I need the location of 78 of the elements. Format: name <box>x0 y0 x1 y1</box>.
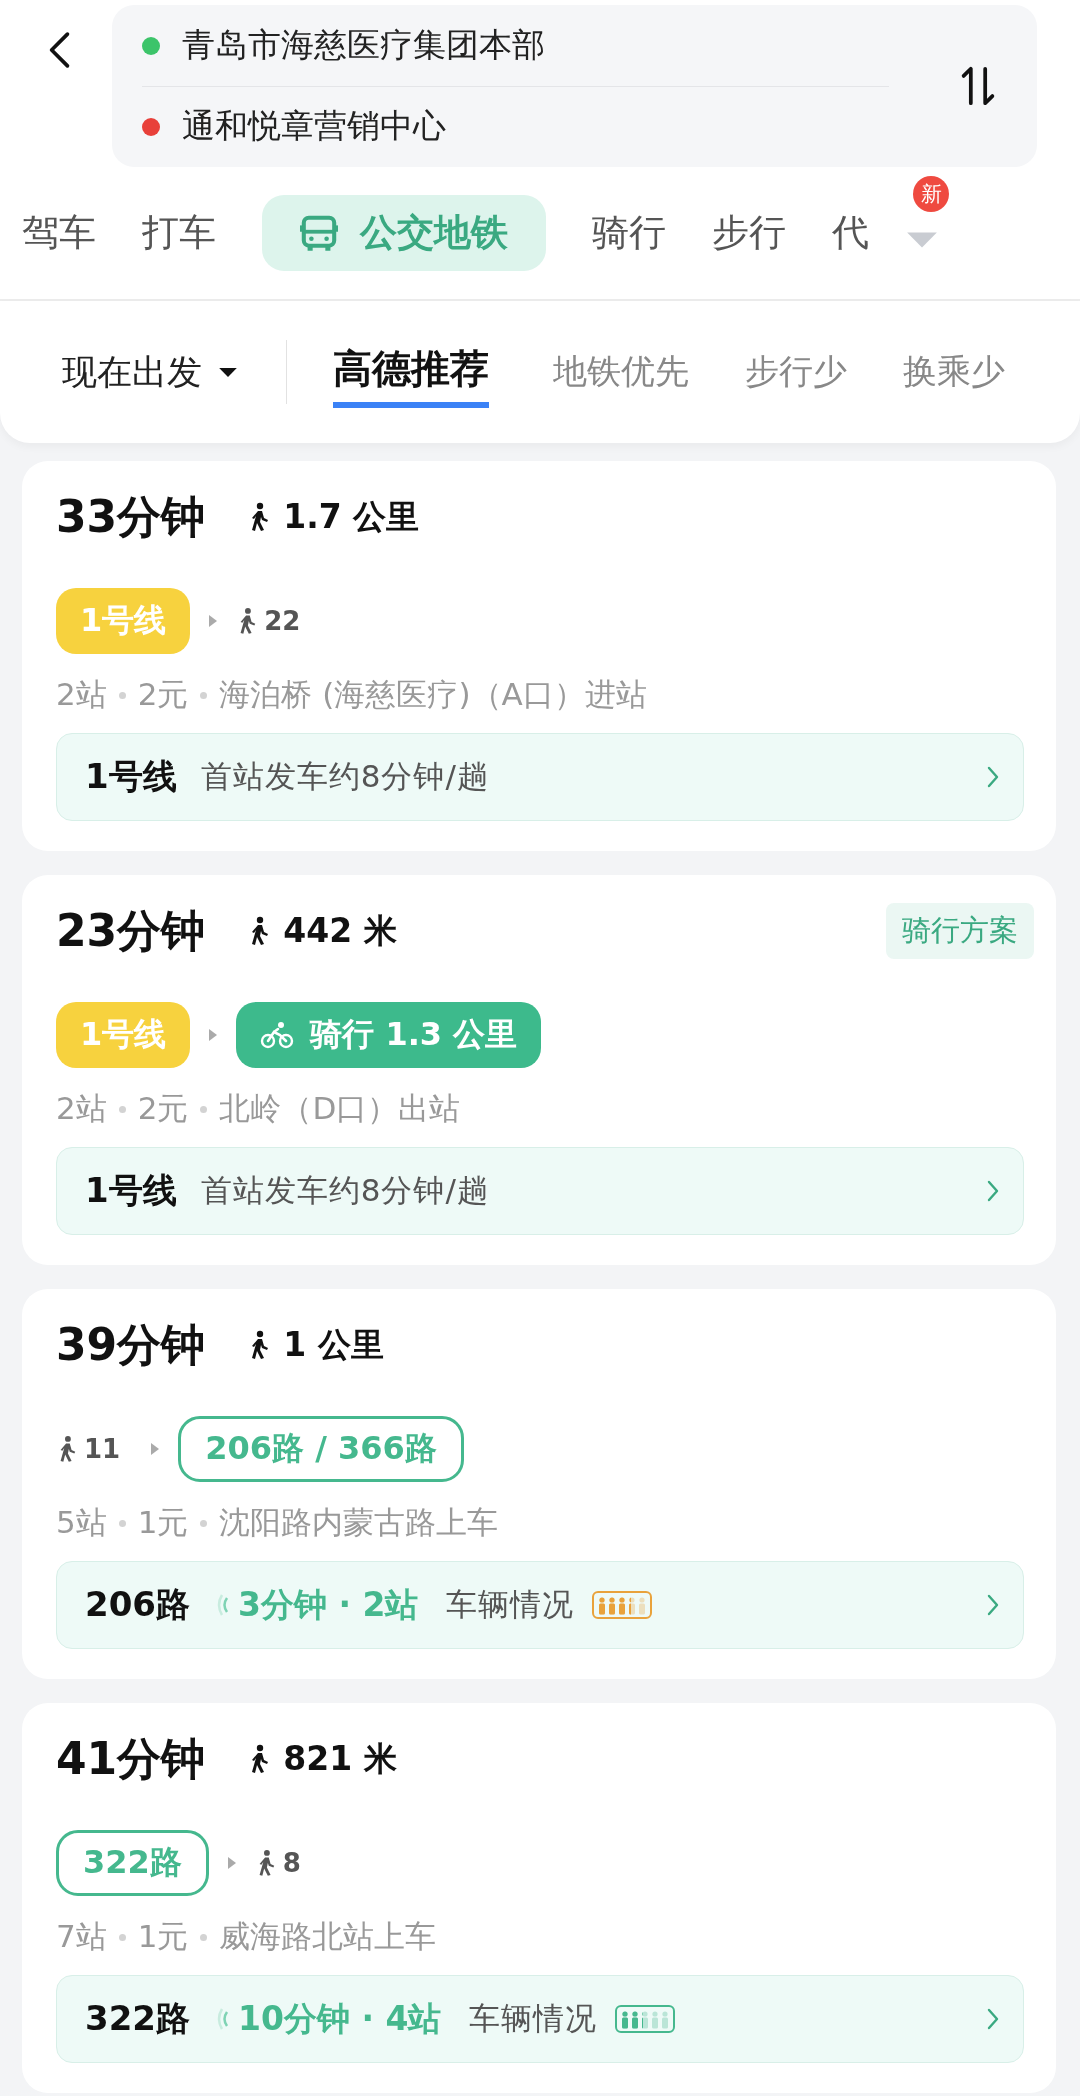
chevron-right-icon <box>987 1594 999 1616</box>
route-card[interactable]: 33分钟 1.7 公里 1号线 22 2站 2元 海泊桥 (海慈医疗)（A口）进站 1号线 首站发车约8分钟/趟 <box>22 461 1056 851</box>
separator-dot <box>118 1933 126 1941</box>
trip-detail: 5站 <box>56 1503 107 1542</box>
walk-minutes: 8 <box>282 1848 301 1878</box>
schedule-text: 首站发车约8分钟/趟 <box>200 1171 489 1210</box>
walk-distance: 1 公里 <box>283 1323 384 1366</box>
mode-tab[interactable]: 驾车 <box>22 208 96 258</box>
trip-detail: 1元 <box>137 1503 189 1542</box>
route-card[interactable]: 39分钟 1 公里 11 206路 / 366路 5站 1元 沈阳路内蒙古路上车 206路 3分钟 · 2站 车辆情况 <box>22 1289 1056 1679</box>
arrow-icon <box>150 1442 161 1456</box>
arrival-text: 10分钟 · 4站 <box>238 1997 442 2040</box>
separator-dot <box>200 1933 208 1941</box>
line-name: 322路 <box>85 1997 190 2040</box>
trip-detail: 1元 <box>137 1917 189 1956</box>
trip-detail: 北岭（D口）出站 <box>219 1089 461 1128</box>
mode-tab[interactable]: 代 <box>832 208 869 258</box>
trip-detail: 2站 <box>56 675 107 714</box>
bus-route-tag: 322路 <box>56 1830 209 1896</box>
arrow-icon <box>226 1856 237 1870</box>
walk-minutes: 22 <box>264 606 301 636</box>
duration-text: 41分钟 <box>56 1731 206 1786</box>
walk-distance: 1.7 公里 <box>283 495 420 538</box>
sort-tab[interactable]: 步行少 <box>745 343 847 401</box>
line-info-bar[interactable]: 322路 10分钟 · 4站 车辆情况 <box>56 1975 1024 2063</box>
cycling-segment: 骑行 1.3 公里 <box>236 1002 542 1068</box>
separator-dot <box>118 1519 126 1527</box>
separator-dot <box>200 1519 208 1527</box>
vehicle-status-label: 车辆情况 <box>469 1999 598 2038</box>
mode-tab[interactable]: 步行 <box>712 208 786 258</box>
trip-detail: 2元 <box>137 675 189 714</box>
chevron-right-icon <box>987 2008 999 2030</box>
destination-field[interactable]: 通和悦章营销中心 <box>182 104 446 149</box>
line-info-bar[interactable]: 1号线 首站发车约8分钟/趟 <box>56 733 1024 821</box>
route-card[interactable]: 23分钟 442 米 骑行方案 1号线 骑行 1.3 公里 2站 2元 北岭（D口）出站 1号线 首站发车约8分钟/趟 <box>22 875 1056 1265</box>
chevron-right-icon <box>987 766 999 788</box>
bus-icon <box>300 214 338 252</box>
route-card[interactable]: 41分钟 821 米 322路 8 7站 1元 威海路北站上车 322路 10分钟 · 4站 车辆情况 <box>22 1703 1056 2093</box>
subway-line-tag: 1号线 <box>56 1002 191 1068</box>
separator-dot <box>118 1105 126 1113</box>
mode-tab[interactable]: 打车 <box>142 208 216 258</box>
mode-tab[interactable]: 骑行 <box>592 208 666 258</box>
trip-detail: 2站 <box>56 1089 107 1128</box>
departure-dropdown[interactable]: 现在出发 <box>62 348 238 396</box>
duration-text: 39分钟 <box>56 1317 206 1372</box>
origin-field[interactable]: 青岛市海慈医疗集团本部 <box>182 23 545 68</box>
trip-detail: 2元 <box>137 1089 189 1128</box>
sort-tab[interactable]: 高德推荐 <box>333 336 489 408</box>
separator-dot <box>118 691 126 699</box>
line-info-bar[interactable]: 1号线 首站发车约8分钟/趟 <box>56 1147 1024 1235</box>
line-name: 1号线 <box>85 1169 177 1212</box>
arrow-icon <box>208 614 219 628</box>
arrival-text: 3分钟 · 2站 <box>238 1583 419 1626</box>
trip-detail: 沈阳路内蒙古路上车 <box>219 1503 499 1542</box>
separator-dot <box>200 691 208 699</box>
line-name: 1号线 <box>85 755 177 798</box>
walk-distance: 821 米 <box>283 1737 397 1780</box>
trip-detail: 海泊桥 (海慈医疗)（A口）进站 <box>219 675 647 714</box>
walk-distance: 442 米 <box>283 909 397 952</box>
bus-route-tag: 206路 / 366路 <box>178 1416 464 1482</box>
arrow-icon <box>208 1028 219 1042</box>
line-info-bar[interactable]: 206路 3分钟 · 2站 车辆情况 <box>56 1561 1024 1649</box>
line-name: 206路 <box>85 1583 190 1626</box>
subway-line-tag: 1号线 <box>56 588 191 654</box>
walk-minutes: 11 <box>84 1434 121 1464</box>
vehicle-status-label: 车辆情况 <box>446 1585 575 1624</box>
duration-text: 33分钟 <box>56 489 206 544</box>
sort-tab[interactable]: 换乘少 <box>903 343 1005 401</box>
trip-detail: 7站 <box>56 1917 107 1956</box>
schedule-text: 首站发车约8分钟/趟 <box>200 757 489 796</box>
sort-tab[interactable]: 地铁优先 <box>553 343 689 401</box>
chevron-right-icon <box>987 1180 999 1202</box>
separator-dot <box>200 1105 208 1113</box>
duration-text: 23分钟 <box>56 903 206 958</box>
caret-icon <box>218 366 238 378</box>
trip-detail: 威海路北站上车 <box>219 1917 437 1956</box>
bicycle-icon <box>260 1021 295 1049</box>
new-badge: 新 <box>913 176 949 212</box>
